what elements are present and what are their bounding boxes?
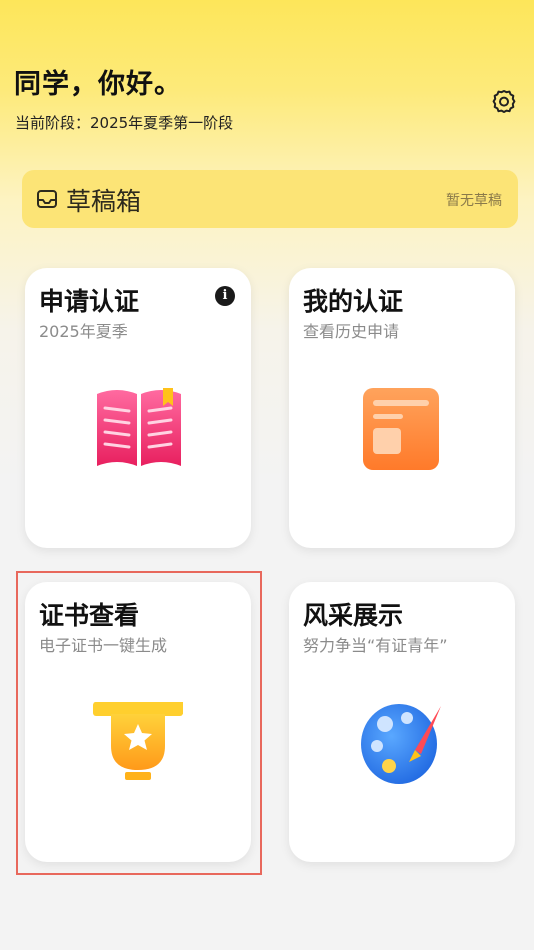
card-subtitle: 查看历史申请: [303, 322, 400, 341]
info-icon[interactable]: i: [215, 286, 235, 306]
card-title: 我的认证: [303, 287, 404, 316]
card-subtitle: 2025年夏季: [39, 322, 128, 341]
my-certifications-card[interactable]: 我的认证 查看历史申请: [289, 268, 515, 548]
gear-icon[interactable]: [490, 88, 518, 116]
drafts-box[interactable]: 草稿箱 暂无草稿: [22, 170, 518, 228]
book-icon: [91, 384, 187, 478]
card-title: 证书查看: [39, 601, 140, 630]
drafts-title: 草稿箱: [66, 187, 142, 216]
palette-icon: [357, 696, 449, 792]
showcase-card[interactable]: 风采展示 努力争当“有证青年”: [289, 582, 515, 862]
inbox-icon: [36, 189, 58, 209]
drafts-status: 暂无草稿: [446, 193, 502, 209]
view-certificate-card[interactable]: 证书查看 电子证书一键生成: [25, 582, 251, 862]
card-title: 风采展示: [303, 601, 404, 630]
card-subtitle: 电子证书一键生成: [39, 636, 168, 655]
apply-certification-card[interactable]: 申请认证 2025年夏季 i: [25, 268, 251, 548]
card-subtitle: 努力争当“有证青年”: [303, 636, 448, 655]
trophy-icon: [91, 700, 185, 790]
document-icon: [359, 386, 443, 476]
greeting-title: 同学，你好。: [14, 69, 182, 100]
card-title: 申请认证: [39, 287, 140, 316]
current-stage-text: 当前阶段：2025年夏季第一阶段: [15, 114, 234, 132]
